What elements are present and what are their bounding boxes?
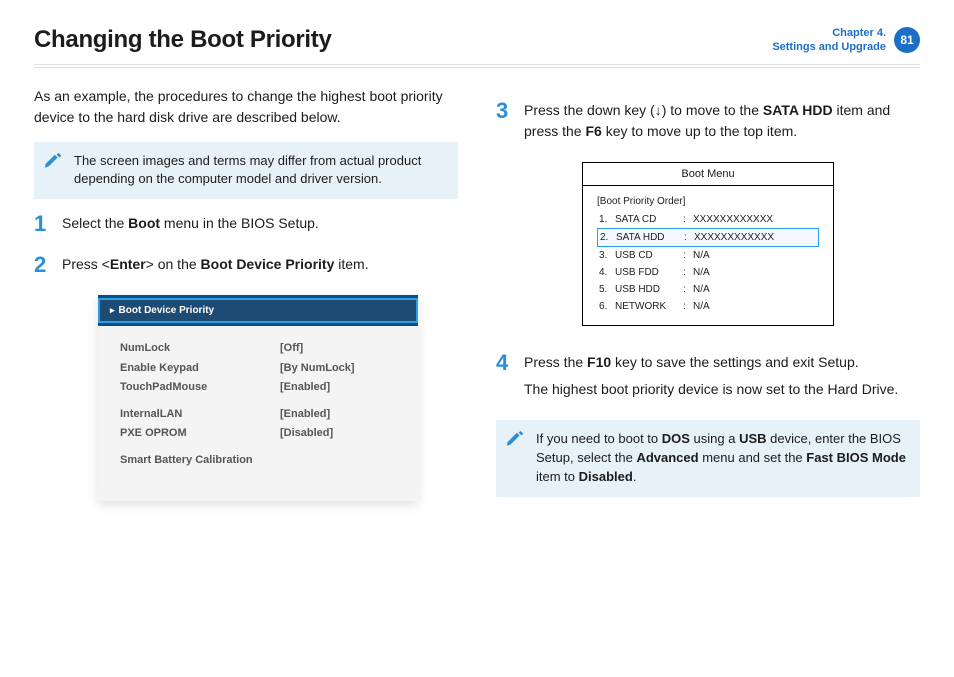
page-number-badge: 81 bbox=[894, 27, 920, 53]
page-header: Changing the Boot Priority Chapter 4. Se… bbox=[34, 26, 920, 55]
step-1-text: Select the Boot menu in the BIOS Setup. bbox=[62, 213, 458, 240]
bios-box-header-wrap: Boot Device Priority bbox=[98, 295, 418, 326]
content-columns: As an example, the procedures to change … bbox=[34, 86, 920, 511]
note-icon bbox=[42, 152, 64, 174]
step-4-text: Press the F10 key to save the settings a… bbox=[524, 352, 920, 406]
boot-menu-row: 3.USB CD:N/A bbox=[597, 247, 819, 264]
note-icon bbox=[504, 430, 526, 452]
step-number-4: 4 bbox=[496, 352, 514, 406]
step-number-2: 2 bbox=[34, 254, 52, 281]
bios-rows-2: InternalLAN[Enabled] PXE OPROM[Disabled] bbox=[120, 406, 404, 442]
boot-menu-row: 6.NETWORK:N/A bbox=[597, 298, 819, 315]
step-2-text: Press <Enter> on the Boot Device Priorit… bbox=[62, 254, 458, 281]
bios-row: TouchPadMouse[Enabled] bbox=[120, 379, 404, 396]
chapter-label: Chapter 4. Settings and Upgrade 81 bbox=[772, 26, 920, 55]
bios-rows-1: NumLock[Off] Enable Keypad[By NumLock] Tou… bbox=[120, 340, 404, 396]
note2-text: If you need to boot to DOS using a USB d… bbox=[536, 431, 906, 484]
header-divider bbox=[34, 65, 920, 68]
boot-menu-title: Boot Menu bbox=[583, 163, 833, 187]
boot-menu-label: [Boot Priority Order] bbox=[597, 194, 819, 209]
bios-row: PXE OPROM[Disabled] bbox=[120, 425, 404, 442]
boot-menu-body: [Boot Priority Order] 1.SATA CD:XXXXXXXX… bbox=[583, 186, 833, 325]
bios-boot-device-box: Boot Device Priority NumLock[Off] Enable … bbox=[98, 295, 418, 501]
page-root: Changing the Boot Priority Chapter 4. Se… bbox=[0, 0, 954, 677]
note1-text: The screen images and terms may differ f… bbox=[74, 153, 421, 187]
step-2: 2 Press <Enter> on the Boot Device Prior… bbox=[34, 254, 458, 281]
bios-rows-3: Smart Battery Calibration bbox=[120, 452, 404, 469]
boot-menu-items: 1.SATA CD:XXXXXXXXXXXX2.SATA HDD:XXXXXXX… bbox=[597, 211, 819, 315]
step-3: 3 Press the down key (↓) to move to the … bbox=[496, 100, 920, 148]
page-title: Changing the Boot Priority bbox=[34, 26, 332, 54]
chapter-line2: Settings and Upgrade bbox=[772, 40, 886, 54]
bios-box-body: NumLock[Off] Enable Keypad[By NumLock] Tou… bbox=[98, 326, 418, 477]
bios-row: Enable Keypad[By NumLock] bbox=[120, 360, 404, 377]
step-1: 1 Select the Boot menu in the BIOS Setup… bbox=[34, 213, 458, 240]
boot-menu-box: Boot Menu [Boot Priority Order] 1.SATA C… bbox=[582, 162, 834, 327]
boot-menu-row: 1.SATA CD:XXXXXXXXXXXX bbox=[597, 211, 819, 228]
bios-row: NumLock[Off] bbox=[120, 340, 404, 357]
note-box-2: If you need to boot to DOS using a USB d… bbox=[496, 420, 920, 497]
bios-box-header: Boot Device Priority bbox=[98, 298, 418, 323]
bios-row: InternalLAN[Enabled] bbox=[120, 406, 404, 423]
boot-menu-row: 2.SATA HDD:XXXXXXXXXXXX bbox=[597, 228, 819, 247]
step-3-text: Press the down key (↓) to move to the SA… bbox=[524, 100, 920, 148]
step-number-3: 3 bbox=[496, 100, 514, 148]
step-number-1: 1 bbox=[34, 213, 52, 240]
step-4: 4 Press the F10 key to save the settings… bbox=[496, 352, 920, 406]
chapter-line1: Chapter 4. bbox=[772, 26, 886, 40]
column-left: As an example, the procedures to change … bbox=[34, 86, 458, 511]
column-right: 3 Press the down key (↓) to move to the … bbox=[496, 86, 920, 511]
note-box-1: The screen images and terms may differ f… bbox=[34, 142, 458, 200]
bios-row: Smart Battery Calibration bbox=[120, 452, 404, 469]
boot-menu-row: 5.USB HDD:N/A bbox=[597, 281, 819, 298]
intro-text: As an example, the procedures to change … bbox=[34, 86, 458, 128]
boot-menu-row: 4.USB FDD:N/A bbox=[597, 264, 819, 281]
